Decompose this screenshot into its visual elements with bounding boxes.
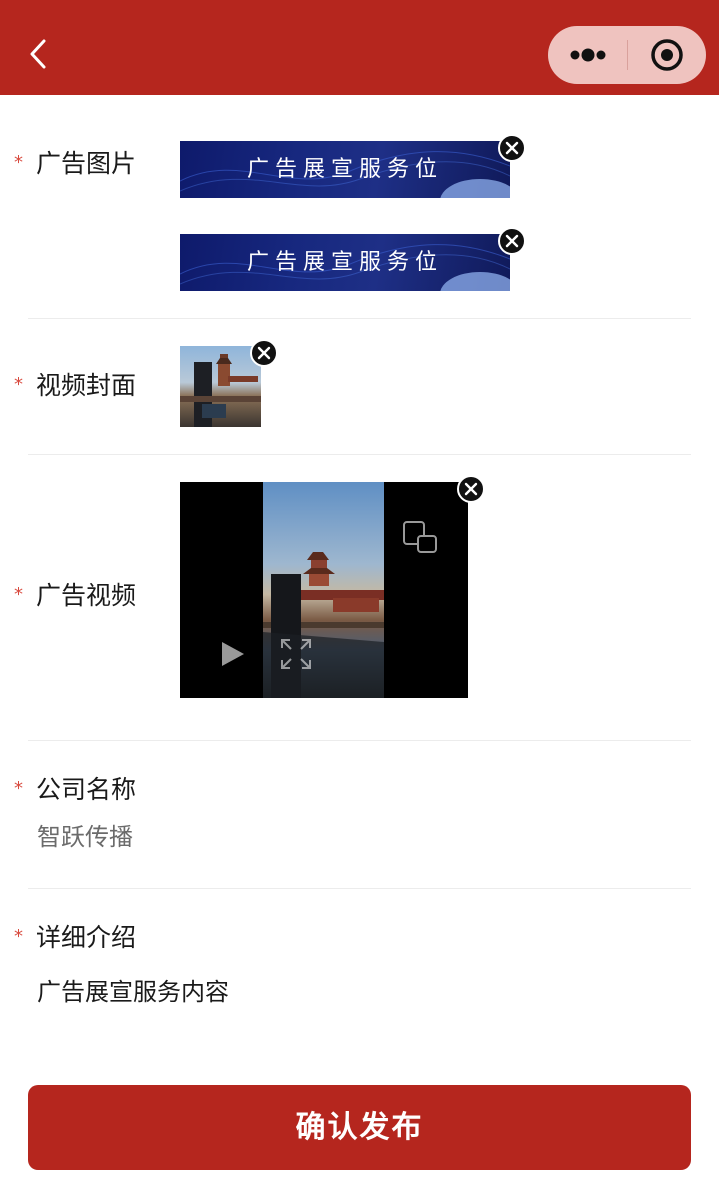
company-name-label-text: 公司名称 — [36, 775, 137, 804]
remove-ad-video-button[interactable] — [457, 475, 485, 503]
required-mark: * — [14, 152, 23, 173]
remove-ad-image-1-button[interactable] — [498, 134, 526, 162]
video-cover-label-text: 视频封面 — [36, 371, 137, 400]
mini-program-capsule — [548, 26, 706, 84]
video-cover-thumbnail[interactable] — [180, 346, 261, 427]
company-name-label: * 公司名称 — [14, 774, 136, 807]
ad-video-label-text: 广告视频 — [36, 581, 137, 610]
ad-images-label: * 广告图片 — [14, 148, 136, 181]
fullscreen-icon[interactable] — [278, 636, 314, 672]
more-dots-icon — [570, 48, 606, 62]
pip-icon[interactable] — [402, 520, 438, 556]
more-button[interactable] — [548, 26, 627, 84]
close-icon — [257, 346, 271, 360]
back-button[interactable] — [22, 36, 58, 72]
detail-intro-label-text: 详细介绍 — [36, 923, 137, 952]
close-mini-program-button[interactable] — [628, 26, 706, 84]
banner-text: 广告展宣服务位 — [246, 250, 443, 275]
remove-video-cover-button[interactable] — [250, 339, 278, 367]
video-cover-label: * 视频封面 — [14, 370, 136, 403]
cover-photo — [180, 354, 261, 427]
detail-intro-label: * 详细介绍 — [14, 922, 136, 955]
company-name-input[interactable]: 智跃传播 — [37, 821, 133, 853]
banner-text: 广告展宣服务位 — [246, 157, 443, 182]
target-circle-icon — [651, 39, 683, 71]
required-mark: * — [14, 584, 23, 605]
top-nav-bar — [0, 0, 719, 95]
section-divider — [28, 740, 691, 741]
ad-image-thumbnail-1[interactable]: 广告展宣服务位 — [180, 141, 510, 198]
remove-ad-image-2-button[interactable] — [498, 227, 526, 255]
detail-intro-textarea[interactable]: 广告展宣服务内容 — [37, 976, 229, 1008]
play-icon[interactable] — [218, 640, 246, 668]
close-icon — [505, 141, 519, 155]
required-mark: * — [14, 926, 23, 947]
required-mark: * — [14, 374, 23, 395]
close-icon — [505, 234, 519, 248]
ad-video-label: * 广告视频 — [14, 580, 136, 613]
close-icon — [464, 482, 478, 496]
section-divider — [28, 318, 691, 319]
chevron-left-icon — [30, 39, 46, 69]
section-divider — [28, 454, 691, 455]
ad-image-thumbnail-2[interactable]: 广告展宣服务位 — [180, 234, 510, 291]
ad-images-label-text: 广告图片 — [36, 149, 137, 178]
ad-video-player[interactable] — [180, 482, 468, 698]
section-divider — [28, 888, 691, 889]
required-mark: * — [14, 778, 23, 799]
confirm-publish-button[interactable]: 确认发布 — [28, 1085, 691, 1170]
